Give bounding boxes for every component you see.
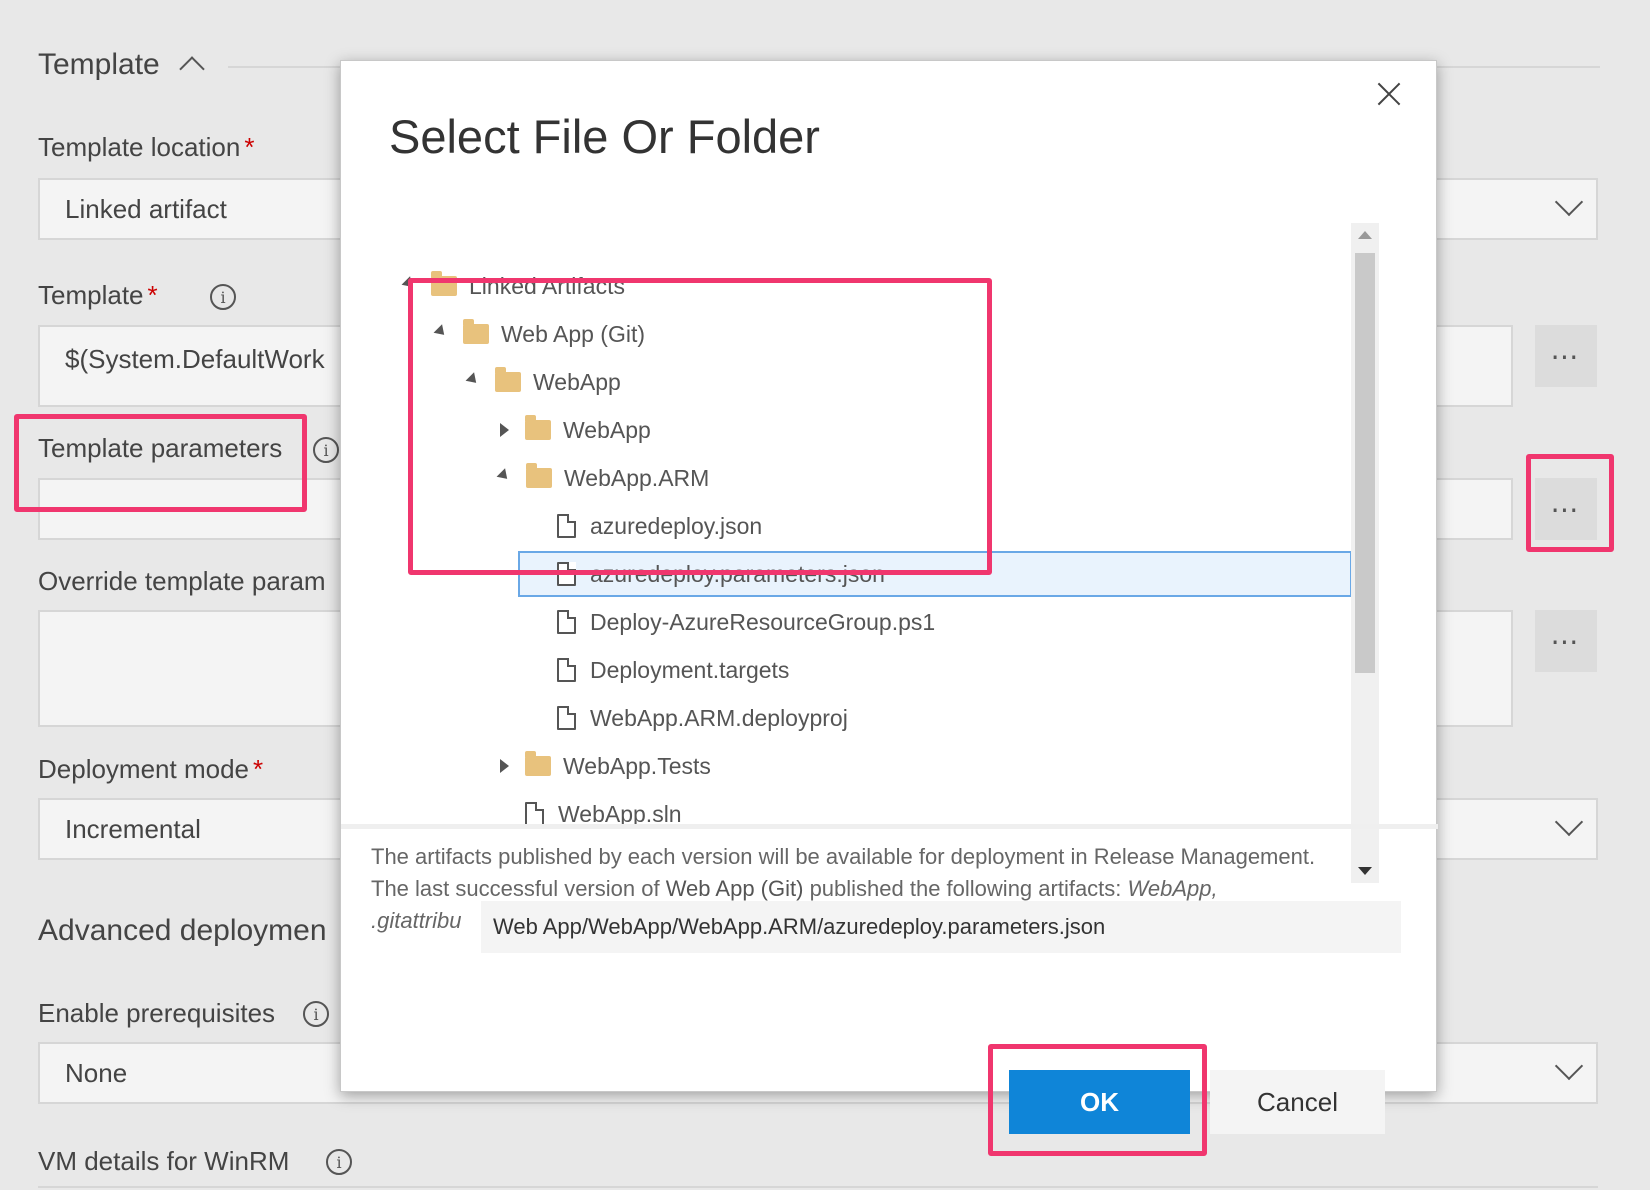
vm-details-label: VM details for WinRM bbox=[38, 1146, 290, 1176]
template-browse-button[interactable]: ⋯ bbox=[1535, 325, 1597, 387]
chevron-up-icon[interactable] bbox=[179, 56, 205, 82]
artifact-name: WebApp, bbox=[1127, 876, 1218, 901]
override-params-label: Override template param bbox=[38, 566, 326, 596]
deployment-mode-value: Incremental bbox=[65, 813, 201, 844]
advanced-section-title[interactable]: Advanced deploymen bbox=[38, 914, 327, 948]
file-icon bbox=[557, 706, 576, 730]
section-template-title[interactable]: Template bbox=[38, 48, 160, 82]
folder-icon bbox=[525, 751, 551, 776]
highlight-tree-selection bbox=[408, 278, 992, 575]
file-icon bbox=[525, 802, 544, 826]
cancel-button[interactable]: Cancel bbox=[1210, 1070, 1385, 1134]
build-name: Web App (Git) bbox=[665, 876, 804, 901]
file-icon bbox=[557, 658, 576, 682]
tree-item-webapp-tests[interactable]: WebApp.Tests bbox=[498, 743, 711, 789]
tree-item-deployproj[interactable]: WebApp.ARM.deployproj bbox=[557, 695, 848, 741]
info-icon[interactable]: i bbox=[326, 1149, 352, 1175]
enable-prereq-value: None bbox=[65, 1057, 128, 1088]
info-icon[interactable]: i bbox=[313, 437, 339, 463]
info-icon[interactable]: i bbox=[210, 284, 236, 310]
template-location-value: Linked artifact bbox=[65, 193, 227, 224]
tree-item-deployment-targets[interactable]: Deployment.targets bbox=[557, 647, 789, 693]
file-icon bbox=[557, 610, 576, 634]
scroll-thumb[interactable] bbox=[1355, 253, 1375, 673]
deployment-mode-label: Deployment mode * bbox=[38, 754, 264, 784]
collapsed-caret-icon[interactable] bbox=[500, 759, 509, 773]
vm-details-input[interactable] bbox=[38, 1186, 1598, 1188]
select-file-dialog: Select File Or Folder Linked Artifacts W… bbox=[340, 60, 1438, 1092]
tree-scrollbar[interactable] bbox=[1351, 223, 1379, 883]
dialog-divider bbox=[341, 824, 1438, 829]
override-params-browse-button[interactable]: ⋯ bbox=[1535, 610, 1597, 672]
selected-path-value: Web App/WebApp/WebApp.ARM/azuredeploy.pa… bbox=[493, 914, 1106, 939]
dialog-title: Select File Or Folder bbox=[389, 110, 820, 163]
template-label: Template * bbox=[38, 280, 158, 310]
scroll-up-icon[interactable] bbox=[1358, 231, 1372, 239]
template-value: $(System.DefaultWork bbox=[65, 344, 325, 374]
highlight-template-parameters bbox=[14, 414, 307, 512]
highlight-browse-button bbox=[1526, 454, 1614, 552]
tree-item-deploy-ps1[interactable]: Deploy-AzureResourceGroup.ps1 bbox=[557, 599, 935, 645]
required-marker: * bbox=[253, 754, 264, 784]
highlight-ok-button bbox=[988, 1044, 1207, 1156]
description-line-1: The artifacts published by each version … bbox=[371, 844, 1316, 869]
tree-item-webapp-sln[interactable]: WebApp.sln bbox=[525, 791, 682, 837]
selected-path-field[interactable]: Web App/WebApp/WebApp.ARM/azuredeploy.pa… bbox=[481, 901, 1401, 953]
close-icon[interactable] bbox=[1374, 79, 1404, 109]
enable-prereq-label: Enable prerequisites bbox=[38, 998, 276, 1028]
template-location-label: Template location * bbox=[38, 132, 255, 162]
required-marker: * bbox=[147, 280, 158, 310]
required-marker: * bbox=[244, 132, 255, 162]
info-icon[interactable]: i bbox=[303, 1001, 329, 1027]
